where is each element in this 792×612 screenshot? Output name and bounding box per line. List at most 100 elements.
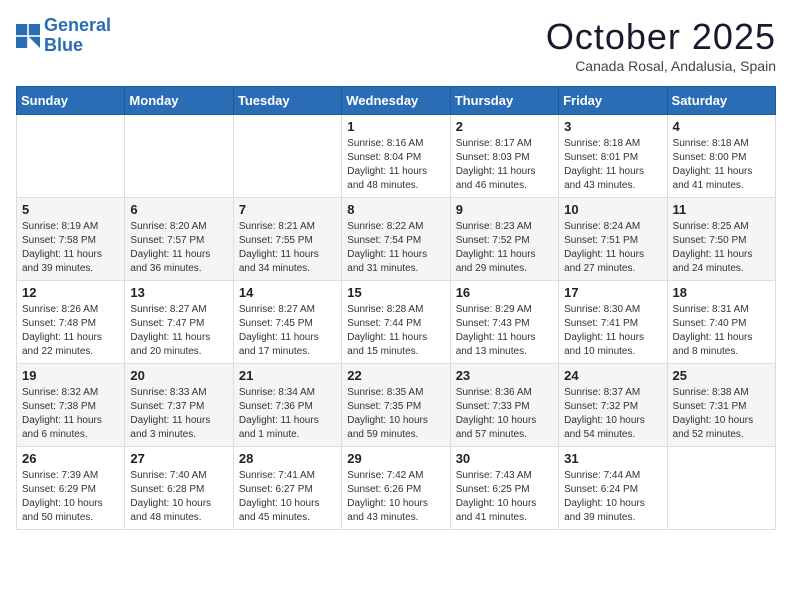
calendar-cell: 11 Sunrise: 8:25 AM Sunset: 7:50 PM Dayli… <box>667 198 775 281</box>
logo: General Blue <box>16 16 111 56</box>
day-info: Sunrise: 7:42 AM Sunset: 6:26 PM Dayligh… <box>347 469 444 525</box>
calendar-cell: 21 Sunrise: 8:34 AM Sunset: 7:36 PM Dayli… <box>233 364 341 447</box>
calendar-cell <box>17 115 125 198</box>
day-info: Sunrise: 8:33 AM Sunset: 7:37 PM Dayligh… <box>130 386 227 442</box>
calendar-header-row: SundayMondayTuesdayWednesdayThursdayFrid… <box>17 87 776 115</box>
title-block: October 2025 Canada Rosal, Andalusia, Sp… <box>546 16 776 74</box>
day-info: Sunrise: 7:44 AM Sunset: 6:24 PM Dayligh… <box>564 469 661 525</box>
day-info: Sunrise: 8:36 AM Sunset: 7:33 PM Dayligh… <box>456 386 553 442</box>
day-info: Sunrise: 8:16 AM Sunset: 8:04 PM Dayligh… <box>347 137 444 193</box>
calendar-cell: 2 Sunrise: 8:17 AM Sunset: 8:03 PM Daylig… <box>450 115 558 198</box>
column-header-monday: Monday <box>125 87 233 115</box>
day-number: 23 <box>456 368 553 383</box>
day-number: 2 <box>456 119 553 134</box>
calendar-week-row: 1 Sunrise: 8:16 AM Sunset: 8:04 PM Daylig… <box>17 115 776 198</box>
calendar-week-row: 19Sunrise: 8:32 AM Sunset: 7:38 PM Dayli… <box>17 364 776 447</box>
calendar-cell: 19Sunrise: 8:32 AM Sunset: 7:38 PM Dayli… <box>17 364 125 447</box>
calendar-cell: 26 Sunrise: 7:39 AM Sunset: 6:29 PM Dayli… <box>17 447 125 530</box>
day-number: 16 <box>456 285 553 300</box>
day-number: 6 <box>130 202 227 217</box>
day-info: Sunrise: 8:29 AM Sunset: 7:43 PM Dayligh… <box>456 303 553 359</box>
calendar-cell: 6 Sunrise: 8:20 AM Sunset: 7:57 PM Daylig… <box>125 198 233 281</box>
day-number: 29 <box>347 451 444 466</box>
day-info: Sunrise: 8:27 AM Sunset: 7:47 PM Dayligh… <box>130 303 227 359</box>
day-number: 19 <box>22 368 119 383</box>
day-number: 13 <box>130 285 227 300</box>
calendar-cell: 29 Sunrise: 7:42 AM Sunset: 6:26 PM Dayli… <box>342 447 450 530</box>
calendar-week-row: 12Sunrise: 8:26 AM Sunset: 7:48 PM Dayli… <box>17 281 776 364</box>
day-number: 10 <box>564 202 661 217</box>
day-info: Sunrise: 8:31 AM Sunset: 7:40 PM Dayligh… <box>673 303 770 359</box>
calendar-cell: 4 Sunrise: 8:18 AM Sunset: 8:00 PM Daylig… <box>667 115 775 198</box>
day-number: 15 <box>347 285 444 300</box>
day-info: Sunrise: 8:19 AM Sunset: 7:58 PM Dayligh… <box>22 220 119 276</box>
month-title: October 2025 <box>546 16 776 58</box>
day-number: 25 <box>673 368 770 383</box>
column-header-sunday: Sunday <box>17 87 125 115</box>
day-number: 1 <box>347 119 444 134</box>
column-header-thursday: Thursday <box>450 87 558 115</box>
location-subtitle: Canada Rosal, Andalusia, Spain <box>546 58 776 74</box>
day-info: Sunrise: 8:20 AM Sunset: 7:57 PM Dayligh… <box>130 220 227 276</box>
calendar-cell: 23 Sunrise: 8:36 AM Sunset: 7:33 PM Dayli… <box>450 364 558 447</box>
day-info: Sunrise: 7:43 AM Sunset: 6:25 PM Dayligh… <box>456 469 553 525</box>
day-info: Sunrise: 8:24 AM Sunset: 7:51 PM Dayligh… <box>564 220 661 276</box>
day-info: Sunrise: 8:37 AM Sunset: 7:32 PM Dayligh… <box>564 386 661 442</box>
day-info: Sunrise: 8:18 AM Sunset: 8:00 PM Dayligh… <box>673 137 770 193</box>
calendar-cell: 25Sunrise: 8:38 AM Sunset: 7:31 PM Dayli… <box>667 364 775 447</box>
calendar-cell: 27 Sunrise: 7:40 AM Sunset: 6:28 PM Dayli… <box>125 447 233 530</box>
day-number: 26 <box>22 451 119 466</box>
day-info: Sunrise: 8:22 AM Sunset: 7:54 PM Dayligh… <box>347 220 444 276</box>
day-number: 12 <box>22 285 119 300</box>
calendar-cell: 15Sunrise: 8:28 AM Sunset: 7:44 PM Dayli… <box>342 281 450 364</box>
logo-text: General Blue <box>44 16 111 56</box>
day-number: 9 <box>456 202 553 217</box>
calendar-cell <box>125 115 233 198</box>
page-header: General Blue October 2025 Canada Rosal, … <box>16 16 776 74</box>
day-number: 21 <box>239 368 336 383</box>
day-info: Sunrise: 8:21 AM Sunset: 7:55 PM Dayligh… <box>239 220 336 276</box>
calendar-cell: 24Sunrise: 8:37 AM Sunset: 7:32 PM Dayli… <box>559 364 667 447</box>
day-info: Sunrise: 8:18 AM Sunset: 8:01 PM Dayligh… <box>564 137 661 193</box>
calendar-cell: 16 Sunrise: 8:29 AM Sunset: 7:43 PM Dayli… <box>450 281 558 364</box>
day-info: Sunrise: 7:40 AM Sunset: 6:28 PM Dayligh… <box>130 469 227 525</box>
day-info: Sunrise: 8:23 AM Sunset: 7:52 PM Dayligh… <box>456 220 553 276</box>
day-info: Sunrise: 8:17 AM Sunset: 8:03 PM Dayligh… <box>456 137 553 193</box>
calendar-cell: 13 Sunrise: 8:27 AM Sunset: 7:47 PM Dayli… <box>125 281 233 364</box>
day-number: 22 <box>347 368 444 383</box>
calendar-cell: 7Sunrise: 8:21 AM Sunset: 7:55 PM Daylig… <box>233 198 341 281</box>
calendar-cell <box>667 447 775 530</box>
day-number: 4 <box>673 119 770 134</box>
day-info: Sunrise: 8:30 AM Sunset: 7:41 PM Dayligh… <box>564 303 661 359</box>
calendar-cell: 17 Sunrise: 8:30 AM Sunset: 7:41 PM Dayli… <box>559 281 667 364</box>
day-info: Sunrise: 8:25 AM Sunset: 7:50 PM Dayligh… <box>673 220 770 276</box>
column-header-tuesday: Tuesday <box>233 87 341 115</box>
logo-icon <box>16 24 40 48</box>
calendar-cell: 30 Sunrise: 7:43 AM Sunset: 6:25 PM Dayli… <box>450 447 558 530</box>
day-number: 18 <box>673 285 770 300</box>
calendar-cell: 5 Sunrise: 8:19 AM Sunset: 7:58 PM Daylig… <box>17 198 125 281</box>
day-number: 30 <box>456 451 553 466</box>
column-header-friday: Friday <box>559 87 667 115</box>
calendar-cell <box>233 115 341 198</box>
day-info: Sunrise: 8:34 AM Sunset: 7:36 PM Dayligh… <box>239 386 336 442</box>
day-number: 20 <box>130 368 227 383</box>
calendar-cell: 1 Sunrise: 8:16 AM Sunset: 8:04 PM Daylig… <box>342 115 450 198</box>
calendar-table: SundayMondayTuesdayWednesdayThursdayFrid… <box>16 86 776 530</box>
calendar-cell: 18 Sunrise: 8:31 AM Sunset: 7:40 PM Dayli… <box>667 281 775 364</box>
calendar-cell: 28Sunrise: 7:41 AM Sunset: 6:27 PM Dayli… <box>233 447 341 530</box>
calendar-cell: 3 Sunrise: 8:18 AM Sunset: 8:01 PM Daylig… <box>559 115 667 198</box>
day-number: 17 <box>564 285 661 300</box>
day-number: 8 <box>347 202 444 217</box>
day-number: 11 <box>673 202 770 217</box>
day-number: 28 <box>239 451 336 466</box>
day-number: 5 <box>22 202 119 217</box>
calendar-week-row: 26 Sunrise: 7:39 AM Sunset: 6:29 PM Dayli… <box>17 447 776 530</box>
day-number: 14 <box>239 285 336 300</box>
calendar-cell: 10 Sunrise: 8:24 AM Sunset: 7:51 PM Dayli… <box>559 198 667 281</box>
day-info: Sunrise: 7:39 AM Sunset: 6:29 PM Dayligh… <box>22 469 119 525</box>
calendar-cell: 20 Sunrise: 8:33 AM Sunset: 7:37 PM Dayli… <box>125 364 233 447</box>
day-number: 3 <box>564 119 661 134</box>
column-header-wednesday: Wednesday <box>342 87 450 115</box>
day-number: 27 <box>130 451 227 466</box>
